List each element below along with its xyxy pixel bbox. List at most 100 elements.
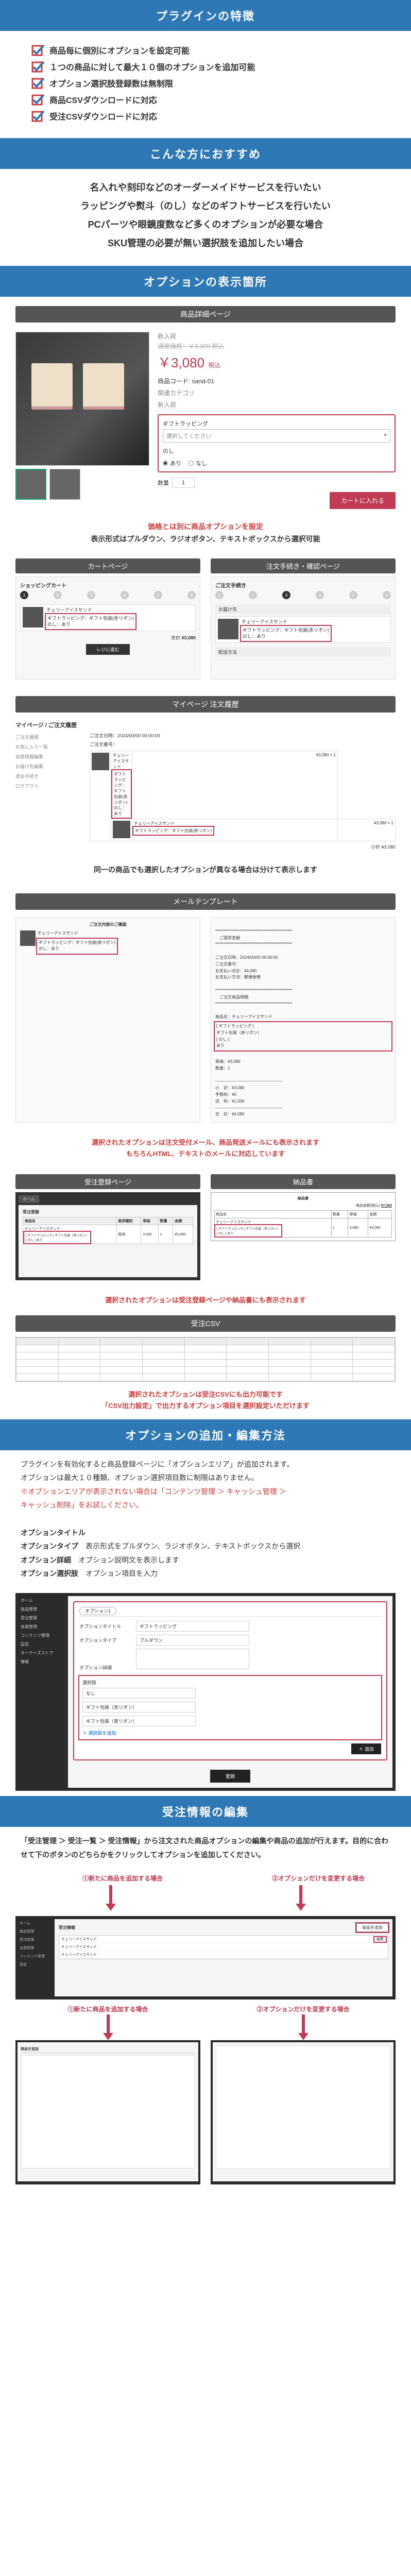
admin-sidebar-item[interactable]: 設定: [19, 1960, 50, 1969]
mail-html: ご注文内容のご確認 チェリーアイスサンド ギフトラッピング：ギフト包装(赤リボン…: [15, 917, 200, 1123]
field-desc-input[interactable]: [136, 1649, 249, 1669]
admin-sidebar-item[interactable]: 商品管理: [19, 1605, 65, 1614]
confirm-mock: ご注文手続き 1 2 3 4 5 6 お届け先 チェリーアイスサンド ギフトラッ…: [211, 577, 396, 680]
add-product-button[interactable]: 商品を追加: [356, 1923, 388, 1932]
product-code: 商品コード: sand-01: [158, 377, 396, 385]
sub-csv: 受注CSV: [15, 1315, 396, 1332]
admin-sidebar: ホーム 商品管理 受注管理 会員管理 コンテンツ管理 設定 オーナーズストア 情…: [19, 1596, 65, 1666]
add-to-cart-button[interactable]: カートに入れる: [330, 492, 396, 509]
check-label: １つの商品に対して最大１０個のオプションを追加可能: [49, 60, 255, 73]
mypage-menu-item[interactable]: ログアウト: [15, 781, 82, 791]
modal-title: 商品を追加: [21, 2045, 195, 2053]
order-callouts: ①新たに商品を追加する場合 ②オプションだけを変更する場合: [15, 1874, 396, 1911]
choice-input[interactable]: なし: [82, 1688, 196, 1699]
admin-title: 受注登録: [23, 1209, 193, 1215]
admin-sidebar-item[interactable]: オーナーズストア: [19, 1649, 65, 1657]
step: 2: [54, 591, 62, 599]
cart-steps: 1 2 3 4 5 6: [20, 591, 196, 599]
mypage-menu-item[interactable]: ご注文履歴: [15, 732, 82, 742]
step: 2: [249, 591, 257, 599]
admin-sidebar-item[interactable]: コンテンツ管理: [19, 1631, 65, 1640]
mail-title: ご注文内容のご確認: [20, 922, 196, 928]
step: 5: [154, 591, 162, 599]
arrow-down-icon: [293, 1885, 309, 1911]
sub-mypage: マイページ 注文履歴: [15, 696, 396, 713]
cart-total-label: 合計: [171, 635, 180, 640]
csv-mock: [15, 1337, 396, 1382]
step: 4: [121, 591, 129, 599]
option-noshi-radios: あり なし: [163, 459, 390, 467]
confirm-item-image: [218, 619, 238, 639]
admin-sidebar-item[interactable]: 情報: [19, 1657, 65, 1666]
admin-order-mock: ホーム 受注登録 商品名販売種別単価数量金額 チェリーアイスサンド [ ギフトラ…: [15, 1192, 200, 1280]
option-wrap-select[interactable]: 選択してください▾: [163, 429, 390, 443]
radio-none[interactable]: なし: [189, 459, 207, 467]
step: 1: [20, 591, 28, 599]
product-price: ￥3,080 税込: [158, 352, 396, 371]
choice-input[interactable]: ギフト包装（赤リボン）: [82, 1702, 196, 1713]
add-option-button[interactable]: ＋ 追加: [351, 1743, 381, 1754]
mypage-option-block: ギフトラッピング：ギフト包装(赤リボン)のし：あり: [113, 771, 130, 817]
banner-display: オプションの表示箇所: [0, 266, 411, 297]
callout-add-product-2: ①新たに商品を追加する場合: [15, 2005, 200, 2013]
admin-sidebar-item[interactable]: ホーム: [19, 1919, 50, 1927]
check-item: 商品CSVダウンロードに対応: [31, 93, 390, 106]
qty-input[interactable]: 1: [172, 478, 195, 488]
confirm-block-label: お届け先: [215, 604, 391, 614]
choice-input[interactable]: ギフト包装（青リボン）: [82, 1716, 196, 1726]
save-button[interactable]: 登録: [210, 1770, 250, 1783]
sub-invoice: 納品書: [211, 1174, 396, 1189]
field-title-input[interactable]: ギフトラッピング: [136, 1621, 249, 1632]
admin-sidebar-item[interactable]: 受注管理: [19, 1936, 50, 1944]
option-noshi-label: のし: [163, 447, 390, 455]
admin-sidebar-item[interactable]: 会員管理: [19, 1944, 50, 1952]
cart-item-options: ギフトラッピング：ギフト包装(赤リボン) のし：あり: [46, 615, 135, 629]
sub-admin-order: 受注登録ページ: [15, 1174, 200, 1189]
thumb[interactable]: [49, 469, 80, 500]
admin-sidebar-item[interactable]: ホーム: [19, 1596, 65, 1605]
admin-table: 商品名販売種別単価数量金額 チェリーアイスサンド [ ギフトラッピング ] ギフ…: [23, 1217, 193, 1244]
confirm-item: チェリーアイスサンド ギフトラッピング：ギフト包装(赤リボン) のし：あり: [215, 616, 391, 643]
check-label: オプション選択肢登録数は無制限: [49, 77, 173, 89]
check-item: １つの商品に対して最大１０個のオプションを追加可能: [31, 60, 390, 73]
recommend-lines: 名入れや刻印などのオーダーメイドサービスを行いたい ラッピングや熨斗（のし）など…: [0, 169, 411, 266]
thumb[interactable]: [15, 469, 46, 500]
step: 6: [187, 591, 196, 599]
admin-sidebar-item[interactable]: ホーム: [19, 1195, 39, 1203]
choices-label: 選択肢: [82, 1679, 378, 1686]
mail-item-image: [20, 930, 36, 946]
admin-sidebar-item[interactable]: コンテンツ管理: [19, 1952, 50, 1960]
field-title-label: オプションタイトル: [79, 1623, 136, 1630]
mail-note: 選択されたオプションは注文受付メール、商品発送メールにも表示されます もちろんH…: [15, 1137, 396, 1160]
invoice-mock: 納品書 商品金額(税込) ¥7,360 商品名数量単価金額 チェリーアイスサンド…: [211, 1192, 396, 1241]
mypage-menu-item[interactable]: 会員情報編集: [15, 752, 82, 761]
mypage-menu-item[interactable]: お届け先編集: [15, 761, 82, 771]
admin-sidebar-item[interactable]: 会員管理: [19, 1622, 65, 1631]
check-item: 受注CSVダウンロードに対応: [31, 109, 390, 123]
recommend-line: PCパーツや眼鏡度数など多くのオプションが必要な場合: [5, 215, 406, 234]
add-edit-text: プラグインを有効化すると商品登録ページに「オプションエリア」が追加されます。 オ…: [0, 1450, 411, 1588]
banner-add-edit: オプションの追加・編集方法: [0, 1419, 411, 1450]
step: 5: [349, 591, 357, 599]
product-category: 新入荷: [158, 332, 396, 341]
admin-sidebar-item[interactable]: 設定: [19, 1640, 65, 1649]
edit-option-link[interactable]: 編集: [374, 1937, 386, 1942]
admin-sidebar-item[interactable]: 受注管理: [19, 1614, 65, 1622]
qty-label: 数量: [158, 479, 169, 487]
cart-mock: ショッピングカート 1 2 3 4 5 6 チェリーアイスサンド ギフトラッピン…: [15, 577, 200, 680]
mypage-menu-item[interactable]: 退会手続き: [15, 771, 82, 781]
final-two-col: ①新たに商品を追加する場合 商品を追加 ②オプションだけを変更する場合: [15, 2005, 396, 2184]
add-choice-link[interactable]: ＋ 選択肢を追加: [82, 1730, 378, 1736]
step: 1: [215, 591, 224, 599]
product-detail-mock: 新入荷 通常価格：￥3,300 税込 ￥3,080 税込 商品コード: sand…: [0, 323, 411, 518]
checkbox-icon: [31, 93, 44, 106]
mypage-menu: ご注文履歴 お気に入り一覧 会員情報編集 お届け先編集 退会手続き ログアウト: [15, 732, 82, 850]
cart-proceed-button[interactable]: レジに進む: [86, 644, 130, 655]
mail-mock: ご注文内容のご確認 チェリーアイスサンド ギフトラッピング：ギフト包装(赤リボン…: [0, 910, 411, 1130]
field-type-select[interactable]: プルダウン: [136, 1635, 249, 1646]
admin-sidebar-item[interactable]: 商品管理: [19, 1927, 50, 1936]
mypage-menu-item[interactable]: お気に入り一覧: [15, 742, 82, 752]
option-tab[interactable]: オプション1: [79, 1607, 116, 1615]
callout-edit-option-2: ②オプションだけを変更する場合: [211, 2005, 396, 2013]
radio-yes[interactable]: あり: [163, 459, 181, 467]
